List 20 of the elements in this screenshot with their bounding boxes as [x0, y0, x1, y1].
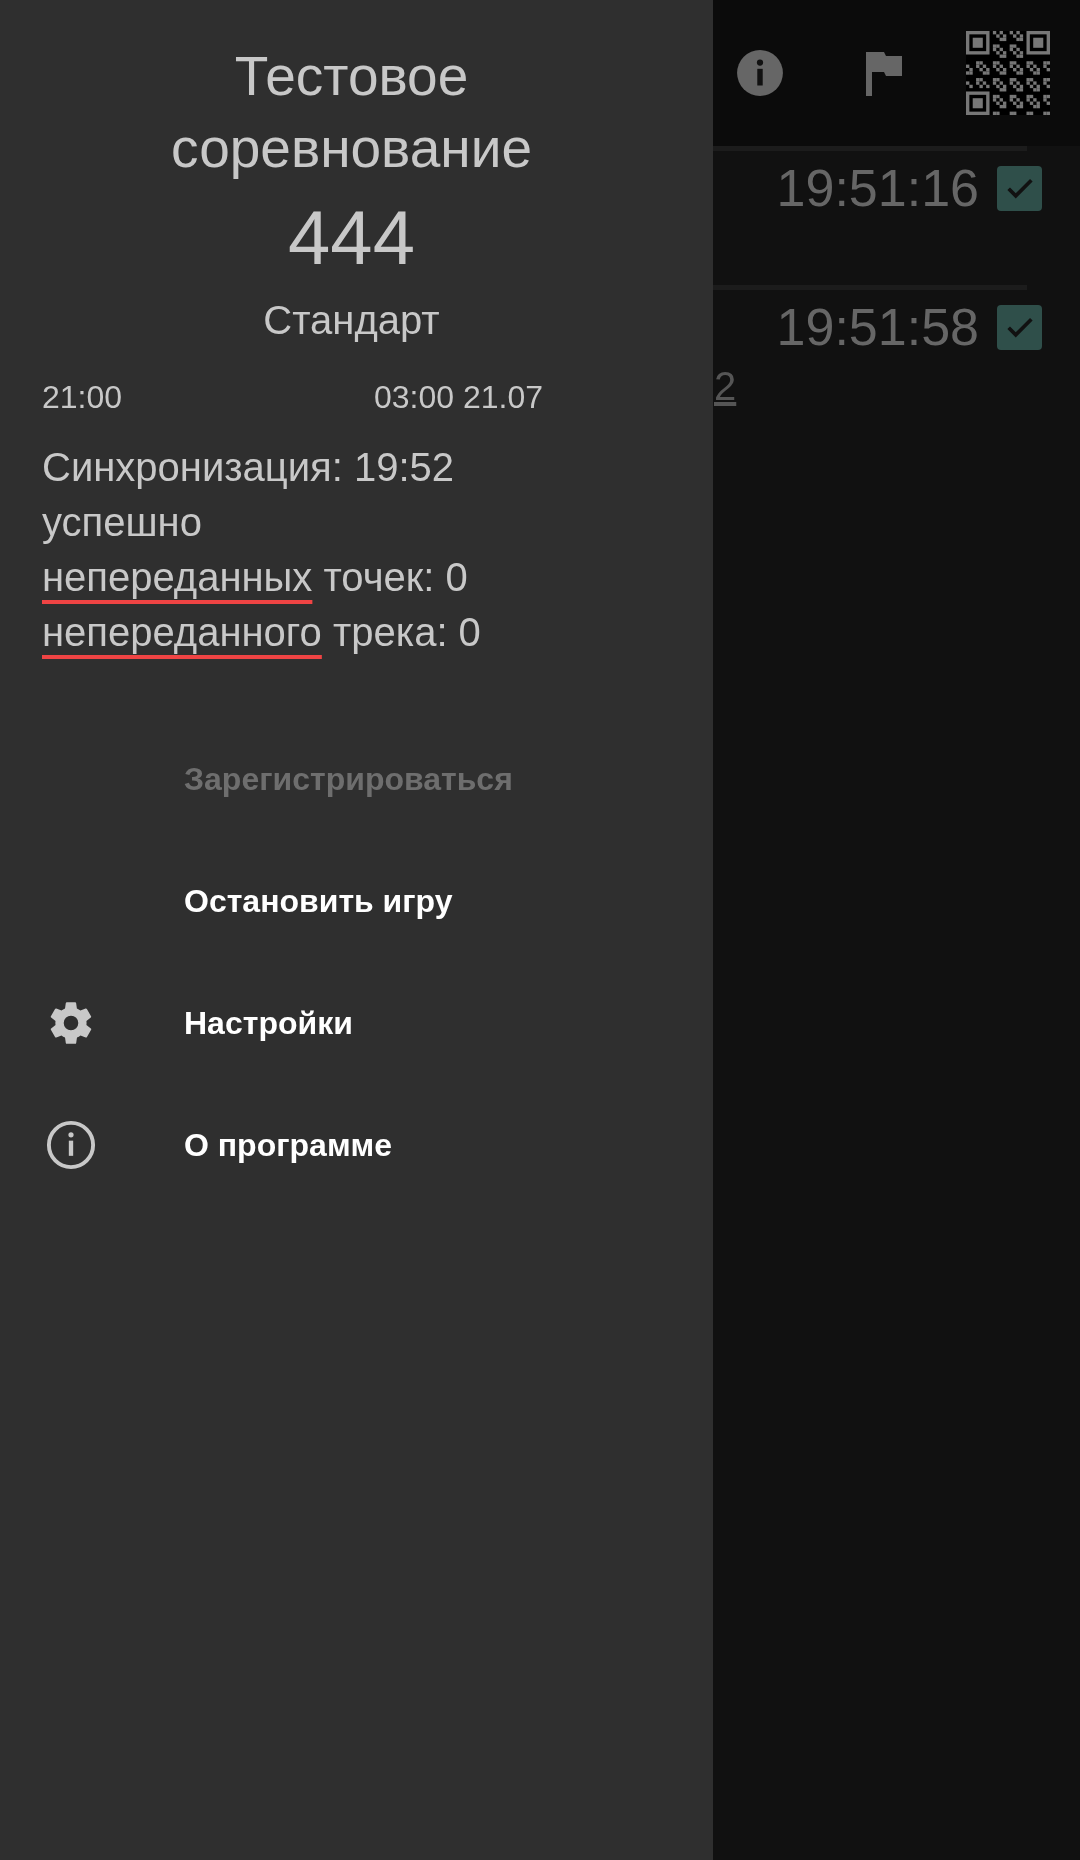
end-time: 03:00 21.07: [373, 379, 543, 416]
sync-status-text: успешно: [42, 499, 203, 546]
menu-item[interactable]: Настройки: [0, 962, 713, 1084]
competition-number: 444: [288, 196, 415, 280]
sync-status-text: Синхронизация: 19:52: [42, 444, 456, 491]
sync-status-text: непереданного трека: 0: [42, 609, 482, 656]
time-text: 19:51:16: [776, 158, 979, 218]
qr-code-icon[interactable]: [966, 31, 1050, 115]
info-icon[interactable]: [735, 48, 785, 98]
time-text: 19:51:58: [776, 297, 979, 357]
checkbox[interactable]: [997, 165, 1042, 211]
start-time: 21:00: [42, 379, 123, 416]
row-text: 2: [714, 364, 737, 409]
menu-item[interactable]: О программе: [0, 1084, 713, 1206]
mode-text: Стандарт: [263, 298, 440, 343]
info-icon: [45, 1119, 97, 1171]
menu-item[interactable]: Остановить игру: [0, 840, 713, 962]
sync-status-text: непереданных точек: 0: [42, 554, 469, 601]
competition-title: Тестовое соревнование: [170, 44, 533, 181]
checkbox[interactable]: [997, 304, 1042, 350]
